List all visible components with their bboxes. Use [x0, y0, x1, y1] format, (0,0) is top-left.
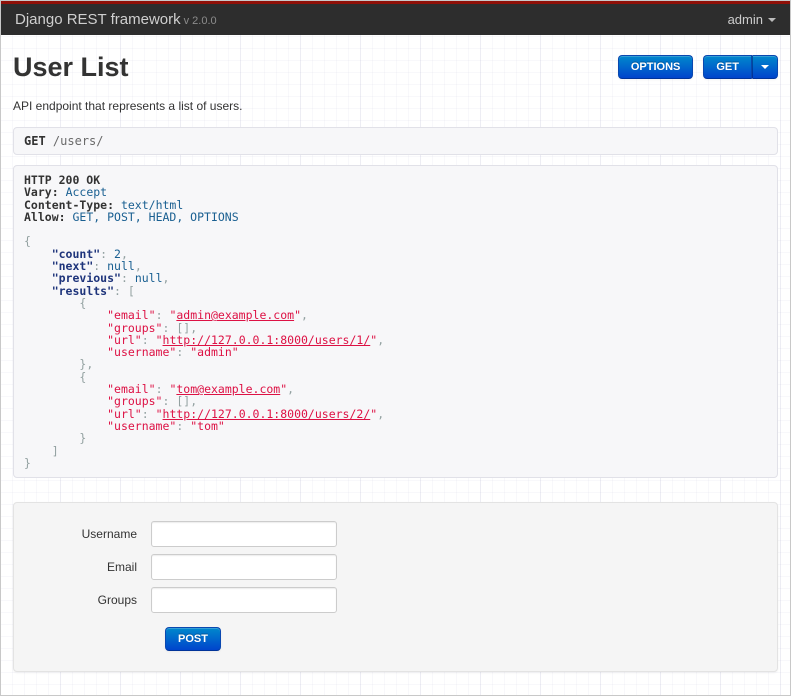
request-method: GET	[24, 134, 46, 148]
form-row-email: Email	[14, 554, 777, 581]
chevron-down-icon	[761, 65, 769, 70]
create-user-form-panel: Username Email Groups POST	[13, 502, 778, 673]
action-buttons: OPTIONS GET	[617, 51, 778, 79]
post-form: Username Email Groups POST	[14, 521, 777, 652]
request-bar: GET /users/	[13, 127, 778, 155]
page-title: User List	[13, 52, 129, 82]
groups-input[interactable]	[151, 587, 337, 614]
main-content: User List OPTIONS GET API endpoint that …	[1, 35, 790, 673]
page-description: API endpoint that represents a list of u…	[13, 99, 243, 113]
user-menu-label: admin	[727, 12, 763, 27]
groups-controls	[151, 587, 337, 614]
email-input[interactable]	[151, 554, 337, 581]
email-label: Email	[106, 560, 137, 575]
request-path: /users/	[52, 134, 104, 148]
groups-label: Groups	[97, 593, 137, 608]
form-row-groups: Groups	[14, 587, 777, 614]
get-dropdown-toggle[interactable]	[752, 55, 778, 79]
page-header: User List OPTIONS GET	[13, 35, 778, 83]
brand-title: Django REST framework	[15, 11, 181, 28]
username-input[interactable]	[151, 521, 337, 548]
top-navbar: Django REST framework v 2.0.0 admin	[1, 1, 790, 35]
get-button[interactable]: GET	[703, 55, 752, 79]
username-controls	[151, 521, 337, 548]
get-button-group: GET	[703, 55, 778, 79]
form-actions: POST	[165, 627, 777, 652]
email-controls	[151, 554, 337, 581]
brand: Django REST framework v 2.0.0	[15, 11, 217, 28]
response-body: HTTP 200 OK Vary: Accept Content-Type: t…	[13, 165, 778, 479]
post-button[interactable]: POST	[165, 627, 221, 652]
options-button[interactable]: OPTIONS	[617, 55, 694, 79]
user-menu-dropdown[interactable]: admin	[728, 12, 776, 27]
form-row-username: Username	[14, 521, 777, 548]
version-label: v 2.0.0	[183, 15, 217, 27]
username-label: Username	[81, 527, 137, 542]
page: { "navbar": { "brand": "Django REST fram…	[0, 0, 791, 696]
chevron-down-icon	[768, 17, 776, 22]
